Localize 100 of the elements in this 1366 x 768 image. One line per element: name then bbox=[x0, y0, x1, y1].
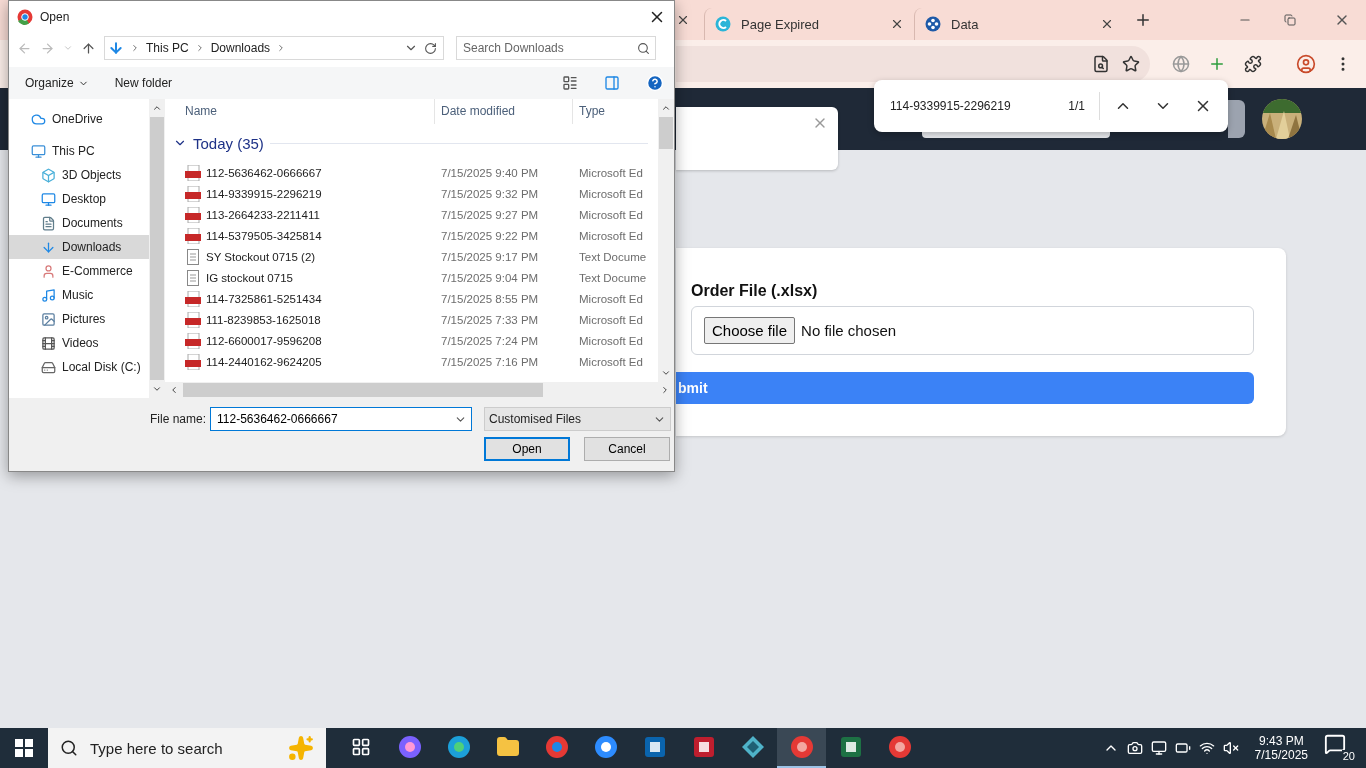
breadcrumb-item[interactable]: Downloads bbox=[210, 41, 271, 55]
file-date: 7/15/2025 9:27 PM bbox=[440, 208, 540, 221]
network-icon[interactable] bbox=[1198, 740, 1215, 756]
column-header[interactable]: Name bbox=[165, 99, 435, 124]
file-name: 114-5379505-3425814 bbox=[165, 227, 435, 244]
organize-button[interactable]: Organize bbox=[25, 76, 89, 90]
file-row[interactable]: 114-2440162-9624205 7/15/2025 7:16 PM Microsoft Ed bbox=[165, 351, 658, 372]
profile-icon[interactable] bbox=[1296, 54, 1316, 74]
file-type: Text Docume bbox=[578, 271, 648, 284]
scroll-thumb[interactable] bbox=[183, 383, 543, 397]
new-folder-button[interactable]: New folder bbox=[114, 76, 173, 90]
nav-item[interactable]: Local Disk (C:) bbox=[9, 355, 149, 379]
diamond-icon[interactable] bbox=[740, 735, 765, 759]
mail-icon[interactable] bbox=[642, 735, 667, 759]
help-icon[interactable] bbox=[646, 74, 664, 92]
download-icon bbox=[108, 40, 124, 56]
file-status: No file chosen bbox=[801, 322, 897, 339]
avatar[interactable] bbox=[1262, 99, 1302, 139]
file-type-dropdown[interactable]: Customised Files bbox=[484, 407, 671, 431]
nav-item[interactable]: Downloads bbox=[9, 235, 149, 259]
choose-file-button[interactable]: Choose file bbox=[704, 317, 796, 344]
scroll-down-icon[interactable] bbox=[152, 384, 162, 394]
header-button[interactable] bbox=[1228, 100, 1245, 138]
nav-item[interactable]: E-Commerce bbox=[9, 259, 149, 283]
file-row[interactable]: IG stockout 0715 7/15/2025 9:04 PM Text Docume bbox=[165, 267, 658, 288]
group-header[interactable]: Today (35) bbox=[165, 124, 658, 162]
nav-item[interactable]: Documents bbox=[9, 211, 149, 235]
notifications-button[interactable]: 20 bbox=[1324, 733, 1356, 763]
pdf-icon bbox=[185, 227, 201, 244]
scroll-thumb[interactable] bbox=[659, 117, 673, 150]
scroll-right-icon[interactable] bbox=[660, 385, 670, 395]
search-field[interactable]: Type here to search bbox=[88, 738, 278, 758]
clock[interactable]: 9:43 PM 7/15/2025 bbox=[1254, 734, 1308, 762]
scroll-up-icon[interactable] bbox=[661, 103, 671, 113]
file-name: SY Stockout 0715 (2) bbox=[165, 248, 435, 265]
battery-icon[interactable] bbox=[1174, 740, 1191, 756]
close-tab-icon[interactable] bbox=[1100, 17, 1114, 31]
chevron-right-icon bbox=[130, 43, 140, 53]
file-type: Text Docume bbox=[578, 250, 648, 263]
scrollbar[interactable] bbox=[165, 382, 674, 398]
taskbar-search-bar[interactable]: Type here to search bbox=[48, 728, 326, 768]
mute-icon[interactable] bbox=[1222, 740, 1239, 756]
view-icon[interactable] bbox=[562, 75, 578, 91]
camera-icon[interactable] bbox=[1126, 740, 1143, 756]
up-icon[interactable] bbox=[81, 40, 96, 56]
column-header[interactable]: Date modified bbox=[435, 99, 573, 124]
close-tab-icon[interactable] bbox=[676, 13, 690, 27]
nav-item[interactable]: Pictures bbox=[9, 307, 149, 331]
new-tab-icon[interactable] bbox=[1134, 11, 1152, 29]
file-row[interactable]: 113-2664233-2211411 7/15/2025 9:27 PM Microsoft Ed bbox=[165, 204, 658, 225]
user-icon bbox=[41, 263, 56, 279]
pdf-icon bbox=[185, 332, 201, 349]
file-row[interactable]: 114-7325861-5251434 7/15/2025 8:55 PM Microsoft Ed bbox=[165, 288, 658, 309]
header-field[interactable] bbox=[922, 132, 1110, 138]
search-page-icon[interactable] bbox=[1092, 55, 1110, 73]
file-row[interactable]: 114-5379505-3425814 7/15/2025 9:22 PM Microsoft Ed bbox=[165, 225, 658, 246]
file-name-combo[interactable]: 112-5636462-0666667 bbox=[210, 407, 472, 431]
nav-item[interactable]: 3D Objects bbox=[9, 163, 149, 187]
scroll-down-icon[interactable] bbox=[661, 368, 671, 378]
scroll-up-icon[interactable] bbox=[152, 103, 162, 113]
start-icon[interactable] bbox=[15, 739, 33, 757]
nav-item[interactable]: Music bbox=[9, 283, 149, 307]
star-icon[interactable] bbox=[1122, 55, 1140, 73]
scrollbar[interactable] bbox=[658, 99, 674, 382]
file-type: Microsoft Ed bbox=[578, 166, 644, 179]
file-type: Microsoft Ed bbox=[578, 187, 644, 200]
extensions-icon[interactable] bbox=[1244, 55, 1262, 73]
music-icon bbox=[41, 287, 56, 303]
file-row[interactable]: SY Stockout 0715 (2) 7/15/2025 9:17 PM Text Docume bbox=[165, 246, 658, 267]
file-date: 7/15/2025 9:40 PM bbox=[440, 166, 540, 179]
breadcrumb-item[interactable]: This PC bbox=[146, 41, 189, 55]
address-bar[interactable]: This PC Downloads bbox=[104, 36, 444, 60]
file-name: 111-8239853-1625018 bbox=[165, 311, 435, 328]
scroll-left-icon[interactable] bbox=[169, 385, 179, 395]
file-row[interactable]: 114-9339915-2296219 7/15/2025 9:32 PM Microsoft Ed bbox=[165, 183, 658, 204]
file-row[interactable]: 112-5636462-0666667 7/15/2025 9:40 PM Microsoft Ed bbox=[165, 162, 658, 183]
scroll-thumb[interactable] bbox=[150, 117, 164, 380]
display-icon[interactable] bbox=[1150, 740, 1167, 756]
close-tab-icon[interactable] bbox=[890, 17, 904, 31]
submit-button[interactable]: bmit bbox=[676, 372, 1254, 404]
file-input[interactable]: Choose file No file chosen bbox=[691, 306, 1254, 355]
download-icon bbox=[41, 239, 56, 255]
file-type-value: Customised Files bbox=[489, 412, 582, 426]
film-icon bbox=[41, 335, 56, 351]
cancel-button[interactable]: Cancel bbox=[584, 437, 670, 461]
c-logo-icon bbox=[715, 16, 731, 32]
folder-icon[interactable] bbox=[495, 735, 520, 759]
nav-item[interactable]: OneDrive bbox=[9, 107, 149, 131]
nav-item[interactable]: This PC bbox=[9, 139, 149, 163]
sparkles-icon bbox=[288, 735, 314, 761]
preview-pane-icon[interactable] bbox=[604, 75, 620, 91]
file-row[interactable]: 111-8239853-1625018 7/15/2025 7:33 PM Microsoft Ed bbox=[165, 309, 658, 330]
file-row[interactable]: 112-6600017-9596208 7/15/2025 7:24 PM Microsoft Ed bbox=[165, 330, 658, 351]
task-view-icon[interactable] bbox=[350, 737, 371, 757]
restore-icon[interactable] bbox=[1284, 14, 1296, 26]
open-button[interactable]: Open bbox=[484, 437, 570, 461]
nav-item[interactable]: Desktop bbox=[9, 187, 149, 211]
scrollbar[interactable] bbox=[149, 99, 165, 398]
refresh-icon[interactable] bbox=[424, 41, 437, 55]
nav-item[interactable]: Videos bbox=[9, 331, 149, 355]
